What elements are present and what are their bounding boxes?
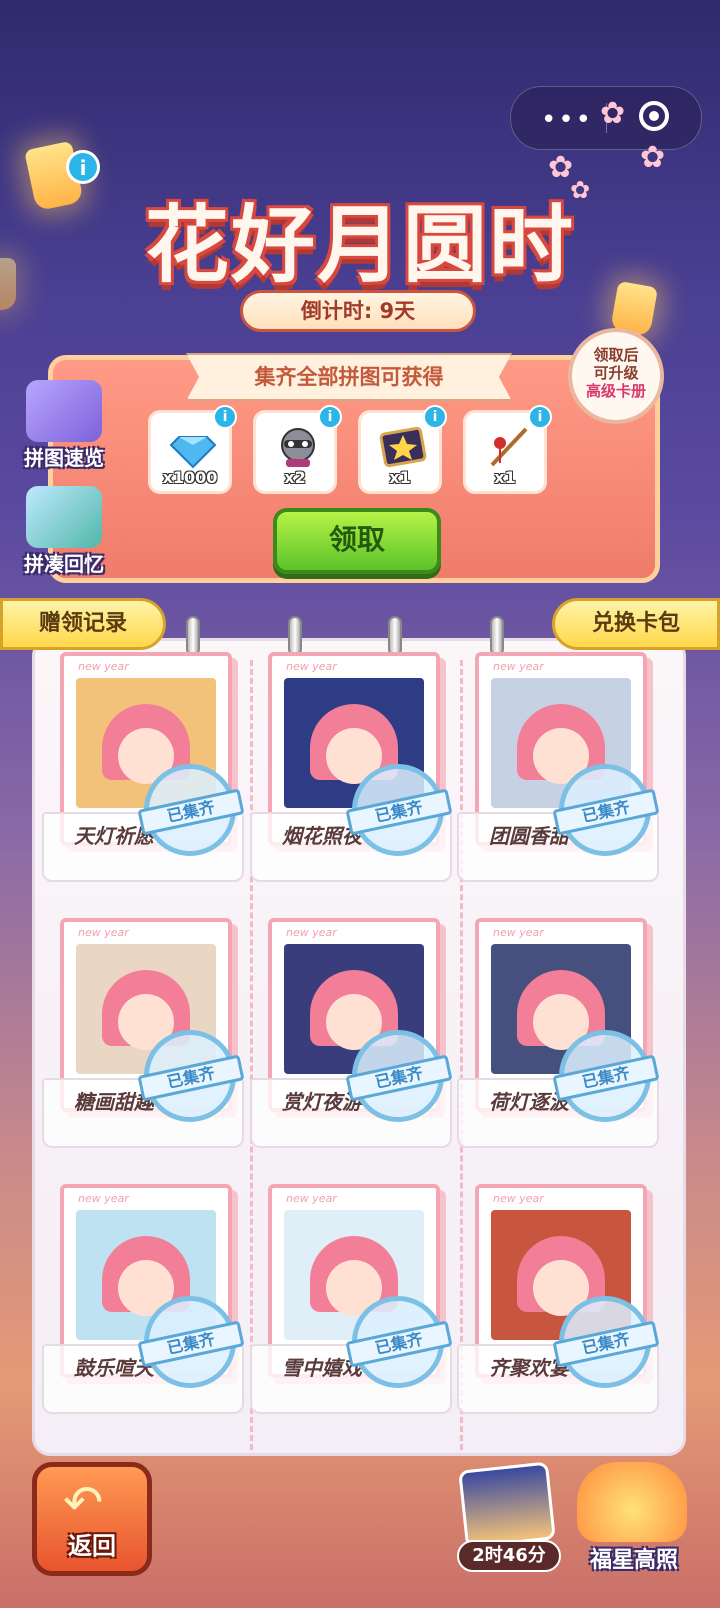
stamp-text: 已集齐 <box>552 788 660 836</box>
reward-item-raccoon[interactable]: x2 i <box>253 405 342 494</box>
collected-stamp: 已集齐 <box>345 764 453 856</box>
lucky-star-button[interactable] <box>577 1462 687 1542</box>
upgrade-badge-line3: 高级卡册 <box>585 382 646 400</box>
stamp-text: 已集齐 <box>552 1054 660 1102</box>
diamond-icon <box>169 436 217 469</box>
info-icon[interactable]: i <box>213 405 237 429</box>
card-tagline: new year <box>78 1192 129 1205</box>
collected-stamp: 已集齐 <box>137 1296 245 1388</box>
info-icon[interactable]: i <box>66 150 100 184</box>
card-tagline: new year <box>493 926 544 939</box>
stamp-text: 已集齐 <box>137 1054 245 1102</box>
column-divider <box>460 660 463 1450</box>
collected-stamp: 已集齐 <box>345 1296 453 1388</box>
fishing-rod-icon <box>490 427 528 467</box>
reward-item-diamond[interactable]: x1000 i <box>148 405 237 494</box>
puzzle-icon <box>26 380 102 442</box>
back-arrow-icon: ↶ <box>63 1475 104 1531</box>
stamp-text: 已集齐 <box>137 788 245 836</box>
card-tagline: new year <box>493 1192 544 1205</box>
binder-ring <box>490 616 504 656</box>
card-tagline: new year <box>286 660 337 673</box>
collected-stamp: 已集齐 <box>345 1030 453 1122</box>
claim-button[interactable]: 领取 <box>273 508 441 574</box>
reward-item-star-card[interactable]: x1 i <box>358 405 447 494</box>
countdown-label: 倒计时: 9天 <box>240 290 476 332</box>
reward-item-fishing-rod[interactable]: x1 i <box>463 405 552 494</box>
memory-label: 拼凑回忆 <box>24 552 104 576</box>
upgrade-badge-line2: 可升级 <box>593 364 639 382</box>
puzzle-preview-label: 拼图速览 <box>24 446 104 470</box>
album-icon <box>26 486 102 548</box>
upgrade-badge: 领取后 可升级 高级卡册 <box>568 328 664 424</box>
reward-qty: x1 <box>494 468 516 487</box>
collected-stamp: 已集齐 <box>552 764 660 856</box>
column-divider <box>250 660 253 1450</box>
lantern-icon <box>0 258 16 310</box>
upgrade-badge-line1: 领取后 <box>593 346 639 364</box>
binder-ring <box>186 616 200 656</box>
stamp-text: 已集齐 <box>345 788 453 836</box>
collected-stamp: 已集齐 <box>552 1030 660 1122</box>
memory-button[interactable]: 拼凑回忆 <box>14 486 114 577</box>
stamp-text: 已集齐 <box>552 1320 660 1368</box>
timer-label: 2时46分 <box>457 1540 561 1572</box>
event-timer-button[interactable] <box>458 1461 556 1549</box>
card-tagline: new year <box>78 926 129 939</box>
reward-qty: x1000 <box>162 468 218 487</box>
info-icon[interactable]: i <box>528 405 552 429</box>
plum-blossom-icon: ✿ <box>600 96 626 131</box>
gift-record-tab[interactable]: 赠领记录 <box>0 598 166 650</box>
event-title: 花好月圆时 <box>144 195 575 294</box>
back-label: 返回 <box>68 1532 116 1560</box>
reward-qty: x2 <box>284 468 306 487</box>
raccoon-icon <box>281 428 315 467</box>
info-icon[interactable]: i <box>318 405 342 429</box>
card-tagline: new year <box>286 1192 337 1205</box>
reward-qty: x1 <box>389 468 411 487</box>
collected-stamp: 已集齐 <box>552 1296 660 1388</box>
back-button[interactable]: ↶ 返回 <box>32 1462 152 1576</box>
close-target-icon[interactable] <box>639 101 669 131</box>
card-tagline: new year <box>78 660 129 673</box>
puzzle-preview-button[interactable]: 拼图速览 <box>14 380 114 471</box>
reward-banner: 集齐全部拼图可获得 <box>186 353 512 401</box>
stamp-text: 已集齐 <box>137 1320 245 1368</box>
more-icon[interactable]: ••• <box>541 105 593 135</box>
star-card-icon <box>379 426 427 468</box>
exchange-pack-tab[interactable]: 兑换卡包 <box>552 598 720 650</box>
plum-blossom-icon: ✿ <box>640 140 666 175</box>
binder-ring <box>288 616 302 656</box>
collected-stamp: 已集齐 <box>137 764 245 856</box>
stamp-text: 已集齐 <box>345 1320 453 1368</box>
info-icon[interactable]: i <box>423 405 447 429</box>
binder-ring <box>388 616 402 656</box>
card-tagline: new year <box>286 926 337 939</box>
stamp-text: 已集齐 <box>345 1054 453 1102</box>
collected-stamp: 已集齐 <box>137 1030 245 1122</box>
card-tagline: new year <box>493 660 544 673</box>
lucky-star-label: 福星高照 <box>589 1548 678 1573</box>
